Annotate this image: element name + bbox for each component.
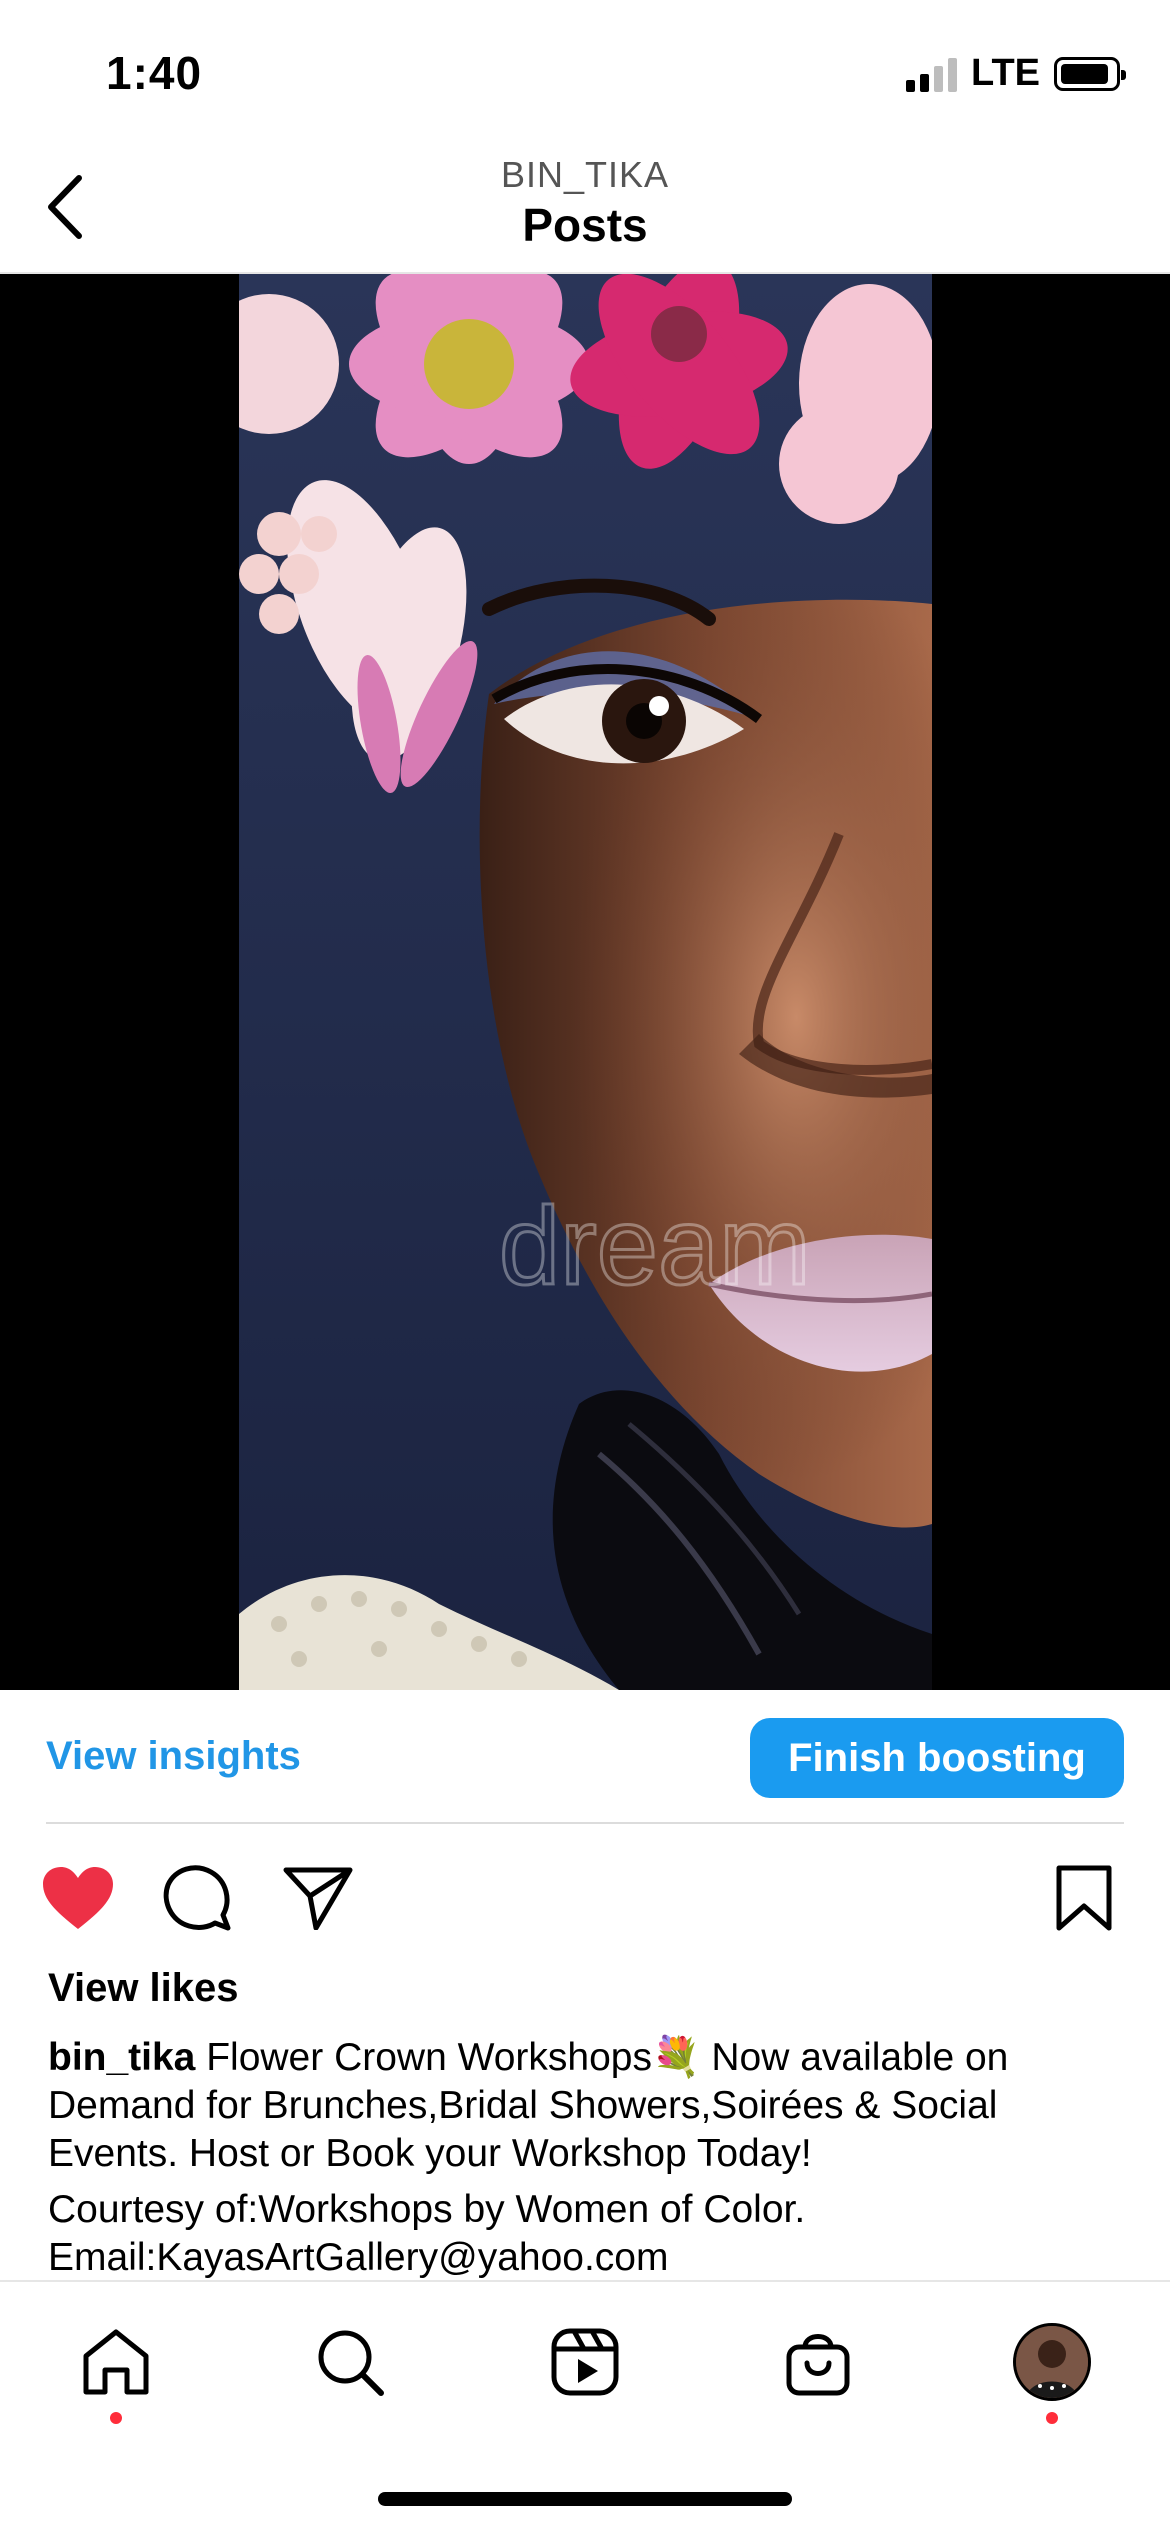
watermark-text: dream xyxy=(499,1185,811,1308)
divider xyxy=(46,1822,1124,1824)
account-name: BIN_TIKA xyxy=(500,154,670,195)
search-icon xyxy=(318,2330,384,2396)
tab-bar xyxy=(0,2280,1170,2532)
view-insights-link[interactable]: View insights xyxy=(46,1734,301,1779)
home-icon xyxy=(83,2329,149,2395)
view-likes-link[interactable]: View likes xyxy=(48,1966,239,2011)
comment-button[interactable] xyxy=(158,1858,238,1938)
tab-search[interactable] xyxy=(300,2312,400,2412)
post-media[interactable]: dream xyxy=(0,274,1170,1690)
notification-dot xyxy=(1046,2412,1058,2424)
caption-line: Courtesy of:Workshops by Women of Color. xyxy=(48,2188,806,2231)
reels-icon xyxy=(551,2328,619,2396)
network-type: LTE xyxy=(971,52,1040,94)
comment-icon xyxy=(163,1865,231,1931)
home-indicator xyxy=(378,2492,792,2506)
battery-icon xyxy=(1054,56,1126,91)
shop-bag-icon xyxy=(786,2334,850,2396)
tab-home[interactable] xyxy=(66,2312,166,2412)
nav-header: BIN_TIKA Posts xyxy=(0,140,1170,274)
insights-row: View insights Finish boosting xyxy=(0,1690,1170,1824)
tab-reels[interactable] xyxy=(535,2312,635,2412)
status-bar: 1:40 LTE xyxy=(0,0,1170,140)
save-button[interactable] xyxy=(1044,1858,1124,1938)
status-indicators: LTE xyxy=(906,52,1126,95)
tab-shop[interactable] xyxy=(768,2312,868,2412)
status-time: 1:40 xyxy=(106,47,203,99)
caption-line: Email:KayasArtGallery@yahoo.com xyxy=(48,2236,669,2279)
cellular-signal-icon xyxy=(906,56,958,92)
profile-avatar xyxy=(1013,2323,1091,2401)
bookmark-icon xyxy=(1056,1865,1112,1931)
tab-profile[interactable] xyxy=(1002,2312,1102,2412)
post-actions xyxy=(0,1850,1170,1950)
like-button[interactable] xyxy=(38,1858,118,1938)
notification-dot xyxy=(110,2412,122,2424)
share-button[interactable] xyxy=(278,1858,358,1938)
post-photo: dream xyxy=(239,274,932,1690)
post-caption: bin_tika Flower Crown Workshops💐 Now ava… xyxy=(48,2034,1138,2178)
caption-username[interactable]: bin_tika xyxy=(48,2036,195,2079)
page-title: Posts xyxy=(522,199,648,251)
post-caption-continued: Courtesy of:Workshops by Women of Color.… xyxy=(48,2186,1138,2282)
send-icon xyxy=(283,1867,353,1930)
heart-icon xyxy=(43,1867,113,1929)
finish-boosting-button[interactable]: Finish boosting xyxy=(750,1718,1124,1798)
